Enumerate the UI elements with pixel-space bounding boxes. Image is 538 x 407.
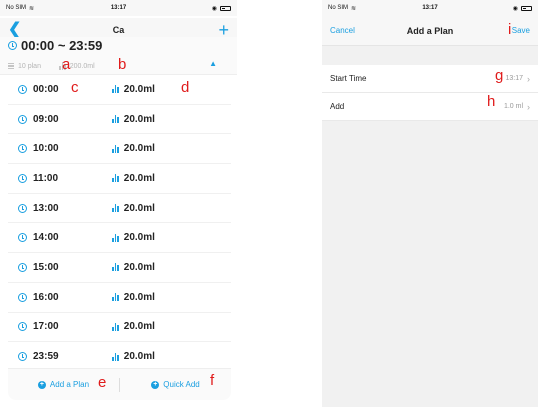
add-amount-label: Add: [330, 102, 345, 111]
add-amount-value: 1.0 ml: [503, 103, 523, 110]
cancel-button[interactable]: Cancel: [330, 26, 355, 35]
total-amount: 200.0ml: [69, 62, 95, 70]
status-bar: No SIM ≋ 13:17 ◉: [322, 0, 538, 16]
bottom-toolbar: + Add a Plan + Quick Add: [8, 368, 231, 400]
plan-settings: Start Time 13:17 › Add 1.0 ml ›: [322, 65, 538, 121]
chevron-right-icon: ›: [527, 101, 530, 112]
bars-icon: [112, 144, 119, 153]
carrier-label: No SIM: [328, 5, 349, 11]
page-title: Ca: [112, 25, 125, 35]
plan-time: 15:00: [33, 261, 59, 273]
plan-time: 13:00: [33, 202, 59, 214]
plan-amount: 20.0ml: [123, 321, 155, 333]
plan-row[interactable]: 00:00 20.0ml: [8, 75, 231, 105]
bars-icon: [112, 204, 119, 213]
lock-icon: ◉: [211, 5, 217, 12]
add-amount-row[interactable]: Add 1.0 ml ›: [322, 93, 538, 121]
bars-icon: [112, 233, 119, 242]
status-time: 13:17: [110, 5, 127, 11]
battery-icon: [521, 5, 532, 11]
plan-time: 00:00: [33, 83, 59, 95]
plan-time: 23:59: [33, 351, 59, 363]
plan-count: 10 plan: [18, 62, 41, 70]
plan-row[interactable]: 10:00 20.0ml: [8, 134, 231, 165]
clock-icon: [18, 352, 27, 362]
plan-time: 10:00: [33, 143, 59, 155]
plus-circle-icon: +: [151, 380, 160, 389]
bars-icon: [112, 352, 119, 361]
wifi-icon: ≋: [29, 5, 35, 12]
carrier-label: No SIM: [6, 5, 27, 11]
clock-icon: [18, 144, 27, 154]
summary-range: 00:00 ~ 23:59: [21, 38, 103, 53]
plan-row[interactable]: 14:00 20.0ml: [8, 223, 231, 254]
add-plan-label: Add a Plan: [49, 380, 90, 389]
plan-time: 09:00: [33, 113, 59, 125]
bars-icon: [112, 263, 119, 272]
plan-row[interactable]: 16:00 20.0ml: [8, 283, 231, 313]
plan-amount: 20.0ml: [123, 113, 155, 125]
plan-row[interactable]: 11:00 20.0ml: [8, 164, 231, 194]
plan-row[interactable]: 09:00 20.0ml: [8, 105, 231, 135]
wifi-icon: ≋: [351, 5, 357, 12]
clock-icon: [18, 233, 27, 243]
plan-amount: 20.0ml: [123, 351, 155, 363]
bars-icon: [112, 85, 119, 94]
clock-icon: [8, 41, 17, 50]
chevron-right-icon: ›: [527, 73, 530, 84]
battery-icon: [220, 5, 231, 11]
plan-amount: 20.0ml: [123, 172, 155, 184]
clock-icon: [18, 84, 27, 94]
start-time-row[interactable]: Start Time 13:17 ›: [322, 65, 538, 93]
plan-amount: 20.0ml: [123, 143, 155, 155]
bars-icon: [112, 293, 119, 302]
clock-icon: [18, 114, 27, 124]
save-button[interactable]: Save: [512, 26, 530, 35]
clock-icon: [18, 203, 27, 213]
add-plan-screen: No SIM ≋ 13:17 ◉ Cancel Add a Plan Save …: [322, 0, 538, 407]
list-icon: [8, 63, 14, 69]
bars-icon: [112, 322, 119, 331]
status-bar: No SIM ≋ 13:17 ◉: [0, 0, 237, 16]
plan-amount: 20.0ml: [123, 291, 155, 303]
nav-bar: Cancel Add a Plan Save: [322, 16, 538, 46]
plan-amount: 20.0ml: [123, 83, 155, 95]
plan-row[interactable]: 13:00 20.0ml: [8, 194, 231, 224]
plus-circle-icon: +: [37, 380, 46, 389]
quick-add-label: Quick Add: [163, 380, 200, 389]
plan-amount: 20.0ml: [123, 202, 155, 214]
bars-icon: [112, 115, 119, 124]
clock-icon: [18, 173, 27, 183]
start-time-value: 13:17: [505, 75, 523, 82]
plan-time: 14:00: [33, 232, 59, 244]
start-time-label: Start Time: [330, 74, 367, 83]
clock-icon: [18, 292, 27, 302]
plan-time: 17:00: [33, 321, 59, 333]
chevron-up-icon[interactable]: ▲: [209, 59, 217, 68]
clock-icon: [18, 262, 27, 272]
quick-add-button[interactable]: + Quick Add: [120, 380, 231, 389]
plan-list: 00:00 20.0ml 09:00 20.0ml 10:00 20.0ml 11:00 20…: [0, 75, 237, 372]
plan-summary[interactable]: 00:00 ~ 23:59 10 plan 200.0ml ▲: [0, 37, 237, 75]
clock-icon: [18, 322, 27, 332]
bars-icon: [58, 62, 66, 70]
back-icon[interactable]: ❮: [8, 22, 21, 38]
bars-icon: [112, 174, 119, 183]
plan-row[interactable]: 17:00 20.0ml: [8, 313, 231, 343]
plan-time: 16:00: [33, 291, 59, 303]
lock-icon: ◉: [512, 5, 518, 12]
plan-row[interactable]: 15:00 20.0ml: [8, 253, 231, 283]
plan-list-screen: No SIM ≋ 13:17 ◉ ❮ Ca + 00:00 ~ 23:59 10…: [0, 0, 237, 407]
add-plan-button[interactable]: + Add a Plan: [8, 380, 119, 389]
plan-amount: 20.0ml: [123, 261, 155, 273]
plan-time: 11:00: [33, 172, 59, 184]
plan-amount: 20.0ml: [123, 232, 155, 244]
